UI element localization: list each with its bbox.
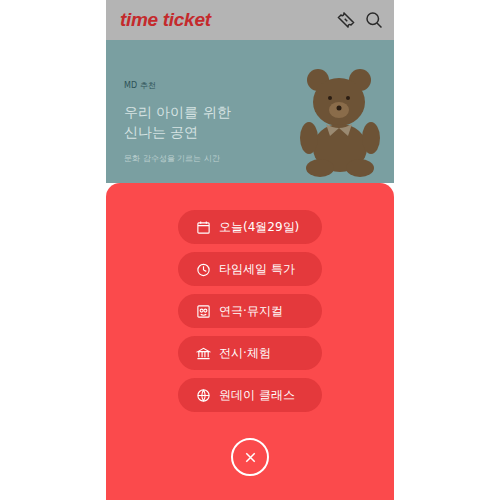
top-bar: time ticket: [106, 0, 394, 40]
logo[interactable]: time ticket: [120, 6, 211, 35]
teddy-bear-image: [276, 40, 394, 183]
ticket-icon[interactable]: [336, 10, 356, 30]
timer-icon: [196, 262, 211, 277]
banner-title-line: 신나는 공연: [124, 122, 231, 142]
menu-label: 타임세일 특가: [219, 260, 295, 278]
close-button[interactable]: [231, 438, 269, 476]
theater-icon: [196, 304, 211, 319]
close-icon: [243, 450, 258, 465]
menu-button[interactable]: 타임세일 특가: [178, 252, 322, 286]
menu-panel: 오늘(4월29일) 타임세일 특가연극·뮤지컬전시·체험원데이 클래스: [106, 183, 394, 500]
banner-subtitle: 문화 감수성을 기르는 시간: [124, 153, 231, 165]
menu-button[interactable]: 연극·뮤지컬: [178, 294, 322, 328]
promo-banner[interactable]: MD 추천우리 아이를 위한신나는 공연문화 감수성을 기르는 시간: [106, 40, 394, 183]
banner-title: 우리 아이를 위한신나는 공연: [124, 102, 231, 143]
phone-screen: time ticket MD 추천우리 아이를 위한신나는 공연문화 감수성을 기…: [106, 0, 394, 500]
calendar-icon: [196, 220, 211, 235]
search-icon[interactable]: [364, 10, 384, 30]
menu-button[interactable]: 오늘(4월29일): [178, 210, 322, 244]
banner-title-line: 우리 아이를 위한: [124, 102, 231, 122]
menu-label: 전시·체험: [219, 344, 271, 362]
header-actions: [336, 10, 384, 30]
menu-label: 오늘(4월29일): [219, 218, 299, 236]
banner-text: MD 추천우리 아이를 위한신나는 공연문화 감수성을 기르는 시간: [124, 40, 231, 183]
globe-icon: [196, 388, 211, 403]
menu-button[interactable]: 원데이 클래스: [178, 378, 322, 412]
menu-label: 연극·뮤지컬: [219, 302, 283, 320]
menu-label: 원데이 클래스: [219, 386, 295, 404]
exhibition-icon: [196, 346, 211, 361]
menu-button[interactable]: 전시·체험: [178, 336, 322, 370]
banner-label: MD 추천: [124, 80, 231, 92]
